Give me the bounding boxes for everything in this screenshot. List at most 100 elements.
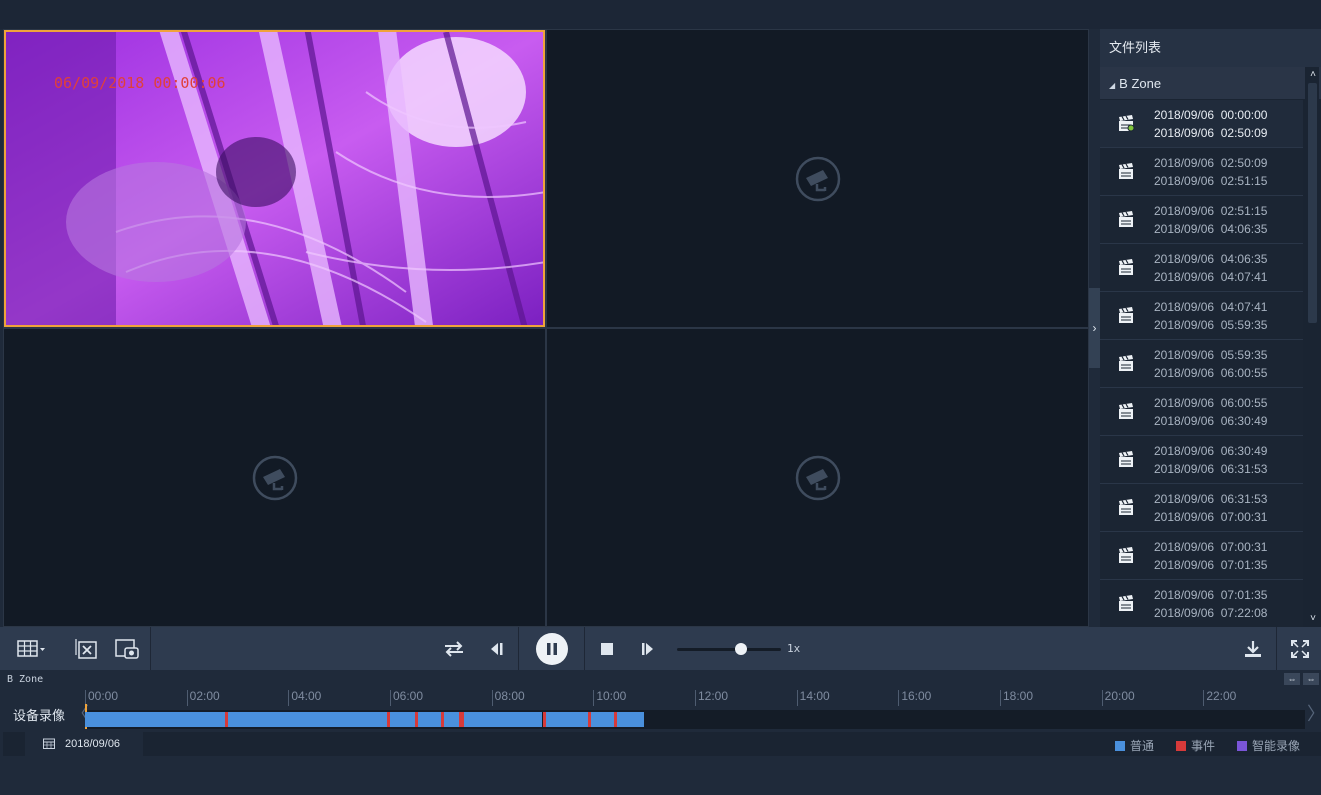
timeline: B Zone ⇔ ⇔ 00:00 02:00 04:00 06:00 08:00 10:0… <box>3 670 1321 756</box>
timeline-tick-label: 22:00 <box>1203 690 1236 706</box>
legend-label: 智能录像 <box>1252 739 1301 753</box>
event-marker[interactable] <box>588 712 592 727</box>
scrollbar-thumb[interactable] <box>1308 83 1317 323</box>
file-list-item[interactable]: 2018/09/06 06:31:53 2018/09/06 07:00:31 <box>1100 484 1303 532</box>
video-clip-icon <box>1100 210 1154 229</box>
timeline-tick-label: 02:00 <box>186 690 220 706</box>
zone-name: B Zone <box>1119 76 1162 91</box>
file-end-time: 2018/09/06 02:50:09 <box>1154 125 1268 140</box>
file-end-time: 2018/09/06 04:07:41 <box>1154 269 1268 284</box>
date-picker[interactable]: 2018/09/06 <box>25 732 143 756</box>
snapshot-icon <box>115 638 139 659</box>
close-window-icon <box>75 638 97 659</box>
file-list-item[interactable]: 2018/09/06 07:01:35 2018/09/06 07:22:08 <box>1100 580 1303 627</box>
legend-normal: 普通 <box>1115 737 1154 754</box>
camera-icon <box>795 156 840 201</box>
event-marker[interactable] <box>387 712 391 727</box>
triangle-down-icon: ◢ <box>1109 81 1116 90</box>
video-grid: 06/09/2018 00:00:06 <box>3 29 1089 627</box>
file-end-time: 2018/09/06 06:30:49 <box>1154 413 1268 428</box>
video-cell-4[interactable] <box>547 329 1088 626</box>
file-end-time: 2018/09/06 04:06:35 <box>1154 221 1268 236</box>
stop-icon <box>601 642 613 655</box>
event-marker[interactable] <box>461 712 465 727</box>
close-all-windows-button[interactable] <box>72 627 100 670</box>
file-list-item[interactable]: 2018/09/06 04:07:41 2018/09/06 05:59:35 <box>1100 292 1303 340</box>
file-end-time: 2018/09/06 02:51:15 <box>1154 173 1268 188</box>
stop-button[interactable] <box>596 627 618 670</box>
video-cell-3[interactable] <box>4 329 545 626</box>
step-forward-button[interactable] <box>636 627 660 670</box>
recording-segment[interactable] <box>227 712 388 727</box>
event-marker[interactable] <box>415 712 419 727</box>
video-clip-icon <box>1100 258 1154 277</box>
scroll-up-icon[interactable]: ˄ <box>1307 69 1319 81</box>
file-list-item[interactable]: 2018/09/06 05:59:35 2018/09/06 06:00:55 <box>1100 340 1303 388</box>
layout-button[interactable] <box>14 627 50 670</box>
timeline-ruler: 00:00 02:00 04:00 06:00 08:00 10:00 12:00 14:00… <box>85 686 1305 706</box>
legend-label: 事件 <box>1191 739 1216 753</box>
file-list-item[interactable]: 2018/09/06 02:51:15 2018/09/06 04:06:35 <box>1100 196 1303 244</box>
recording-segment[interactable] <box>417 712 441 727</box>
speed-slider-knob[interactable] <box>735 643 747 655</box>
file-start-time: 2018/09/06 06:30:49 <box>1154 443 1268 458</box>
recording-segment[interactable] <box>390 712 416 727</box>
file-end-time: 2018/09/06 06:31:53 <box>1154 461 1268 476</box>
event-marker[interactable] <box>224 712 228 727</box>
recording-track[interactable] <box>85 704 1305 729</box>
video-clip-icon <box>1100 114 1154 133</box>
sync-button[interactable] <box>440 627 468 670</box>
step-forward-icon <box>642 642 653 655</box>
separator <box>150 627 151 670</box>
pause-button[interactable] <box>536 627 568 670</box>
recording-segment[interactable] <box>443 712 459 727</box>
zoom-out-icon[interactable]: ⇔ <box>1284 673 1300 685</box>
file-list-item[interactable]: 2018/09/06 07:00:31 2018/09/06 07:01:35 <box>1100 532 1303 580</box>
video-cell-1[interactable]: 06/09/2018 00:00:06 <box>4 30 545 327</box>
video-cell-2[interactable] <box>547 30 1088 327</box>
zoom-in-icon[interactable]: ⇔ <box>1303 673 1319 685</box>
camera-icon <box>795 455 840 500</box>
timeline-tick-label: 10:00 <box>593 690 626 706</box>
timeline-next-icon[interactable]: 〉 <box>1307 700 1321 726</box>
top-bar <box>0 0 1321 29</box>
file-list-item[interactable]: 2018/09/06 06:30:49 2018/09/06 06:31:53 <box>1100 436 1303 484</box>
file-list-item[interactable]: 2018/09/06 02:50:09 2018/09/06 02:51:15 <box>1100 148 1303 196</box>
event-marker[interactable] <box>542 712 546 727</box>
file-list-scrollbar[interactable]: ˄ ˅ <box>1305 67 1319 627</box>
file-list-item[interactable]: 2018/09/06 00:00:00 2018/09/06 02:50:09 <box>1100 100 1303 148</box>
recording-segment[interactable] <box>85 712 225 727</box>
fullscreen-button[interactable] <box>1288 627 1312 670</box>
recording-segment[interactable] <box>463 712 543 727</box>
playback-window: 06/09/2018 00:00:06 › 文件列表 ◢ B Zone 2018… <box>0 0 1321 795</box>
download-button[interactable] <box>1240 627 1266 670</box>
event-marker[interactable] <box>613 712 617 727</box>
timeline-footer: 2018/09/06 普通 事件 智能录像 <box>3 732 1321 756</box>
chevron-right-icon: › <box>1092 321 1097 335</box>
recording-segment[interactable] <box>590 712 614 727</box>
recording-segment[interactable] <box>616 712 645 727</box>
file-end-time: 2018/09/06 07:00:31 <box>1154 509 1268 524</box>
speed-slider[interactable] <box>677 643 781 655</box>
device-recording-label: 设备录像 <box>13 708 66 723</box>
zone-tree-node[interactable]: ◢ B Zone <box>1100 67 1321 100</box>
file-list-item[interactable]: 2018/09/06 06:00:55 2018/09/06 06:30:49 <box>1100 388 1303 436</box>
file-end-time: 2018/09/06 07:01:35 <box>1154 557 1268 572</box>
timeline-tick-label: 00:00 <box>85 690 118 706</box>
event-marker[interactable] <box>440 712 444 727</box>
timeline-tick-label: 12:00 <box>695 690 728 706</box>
recording-segment[interactable] <box>545 712 589 727</box>
file-start-time: 2018/09/06 06:00:55 <box>1154 395 1268 410</box>
reverse-play-button[interactable] <box>484 627 508 670</box>
legend-swatch <box>1176 740 1186 751</box>
scroll-down-icon[interactable]: ˅ <box>1307 613 1319 625</box>
video-clip-icon <box>1100 354 1154 373</box>
collapse-panel-button[interactable]: › <box>1089 288 1100 368</box>
file-list-item[interactable]: 2018/09/06 04:06:35 2018/09/06 04:07:41 <box>1100 244 1303 292</box>
speed-label: 1x <box>787 642 801 655</box>
timeline-tick-label: 16:00 <box>898 690 931 706</box>
file-start-time: 2018/09/06 02:51:15 <box>1154 203 1268 218</box>
video-clip-icon <box>1100 498 1154 517</box>
timeline-tick-label: 14:00 <box>796 690 830 706</box>
snapshot-button[interactable] <box>112 627 142 670</box>
